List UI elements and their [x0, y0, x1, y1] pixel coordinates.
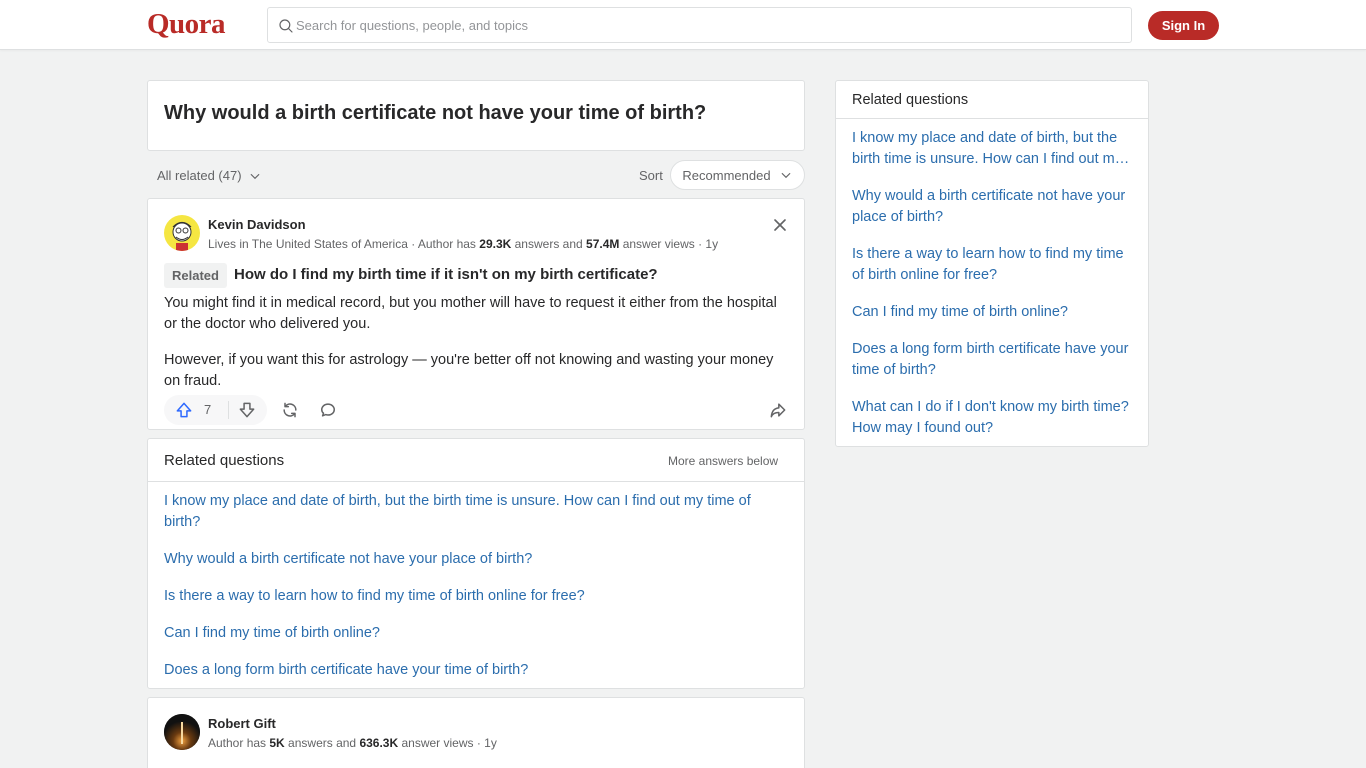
sidebar-related-questions: Related questions I know my place and da… [835, 80, 1149, 447]
author-meta: Author has 5K answers and 636.3K answer … [208, 736, 497, 750]
meta-prefix: Lives in The United States of America · … [208, 237, 480, 251]
sidebar-title: Related questions [852, 92, 969, 108]
downvote-icon[interactable] [237, 400, 257, 420]
related-question-link[interactable]: Does a long form birth certificate have … [164, 660, 790, 681]
answer-paragraph: However, if you want this for astrology … [164, 352, 774, 389]
close-icon[interactable] [770, 215, 790, 235]
sidebar-question-link[interactable]: I know my place and date of birth, but t… [852, 128, 1136, 170]
view-count: 57.4M [586, 237, 620, 251]
all-related-filter[interactable]: All related (47) [157, 168, 262, 183]
reshare-icon[interactable] [280, 400, 300, 420]
answer-paragraph: You might find it in medical record, but… [164, 295, 777, 332]
vote-group: 7 [164, 395, 267, 425]
related-question-link[interactable]: I know my place and date of birth, but t… [164, 491, 790, 533]
sign-in-button[interactable]: Sign In [1148, 11, 1219, 40]
all-related-label: All related (47) [157, 168, 242, 183]
related-questions-header: Related questions More answers below [148, 439, 804, 482]
sidebar-question-link[interactable]: Can I find my time of birth online? [852, 302, 1136, 323]
search-bar[interactable] [267, 7, 1132, 43]
search-input[interactable] [296, 8, 1116, 42]
question-card: Why would a birth certificate not have y… [147, 80, 805, 151]
more-answers-below[interactable]: More answers below [668, 454, 778, 468]
meta-mid: answers and [511, 237, 587, 251]
top-header: Quora Sign In [0, 0, 1366, 50]
meta-suffix: answer views · 1y [398, 736, 497, 750]
sidebar-question-link[interactable]: Why would a birth certificate not have y… [852, 186, 1136, 228]
related-questions-card: Related questions More answers below I k… [147, 438, 805, 689]
answer-actions: 7 [164, 395, 790, 425]
author-name[interactable]: Kevin Davidson [208, 217, 306, 232]
answer-card: Kevin Davidson Lives in The United State… [147, 198, 805, 430]
chevron-down-icon [250, 173, 260, 179]
sidebar-question-link[interactable]: Does a long form birth certificate have … [852, 339, 1136, 381]
meta-prefix: Author has [208, 736, 270, 750]
related-questions-title: Related questions [164, 452, 285, 469]
view-count: 636.3K [359, 736, 399, 750]
upvote-count: 7 [204, 402, 212, 417]
avatar[interactable] [164, 714, 200, 750]
meta-suffix: answer views · 1y [619, 237, 719, 251]
avatar[interactable] [164, 215, 200, 251]
question-title: Why would a birth certificate not have y… [164, 102, 707, 124]
sidebar-header: Related questions [836, 81, 1148, 119]
sort-dropdown[interactable]: Recommended [670, 160, 805, 190]
related-question-title[interactable]: How do I find my birth time if it isn't … [234, 266, 658, 283]
upvote-icon[interactable] [174, 400, 194, 420]
sort-label: Sort [639, 168, 663, 183]
sort-value: Recommended [682, 167, 771, 183]
related-tag: Related [164, 263, 227, 288]
related-question-link[interactable]: Why would a birth certificate not have y… [164, 549, 790, 570]
related-question-link[interactable]: Can I find my time of birth online? [164, 623, 790, 644]
search-icon [279, 19, 293, 33]
answer-count: 29.3K [479, 237, 512, 251]
quora-logo[interactable]: Quora [147, 8, 226, 41]
share-icon[interactable] [768, 400, 788, 420]
sidebar-question-link[interactable]: Is there a way to learn how to find my t… [852, 244, 1136, 286]
answer-count: 5K [269, 736, 285, 750]
answer-card: Robert Gift Author has 5K answers and 63… [147, 697, 805, 768]
author-meta: Lives in The United States of America · … [208, 237, 718, 251]
sidebar-question-link[interactable]: What can I do if I don't know my birth t… [852, 397, 1136, 439]
comment-icon[interactable] [318, 400, 338, 420]
related-question-link[interactable]: Is there a way to learn how to find my t… [164, 586, 790, 607]
meta-mid: answers and [284, 736, 360, 750]
chevron-down-icon [781, 172, 791, 179]
vote-divider [228, 401, 229, 419]
author-name[interactable]: Robert Gift [208, 716, 276, 731]
avatar-image [164, 714, 200, 750]
avatar-image [164, 215, 200, 251]
